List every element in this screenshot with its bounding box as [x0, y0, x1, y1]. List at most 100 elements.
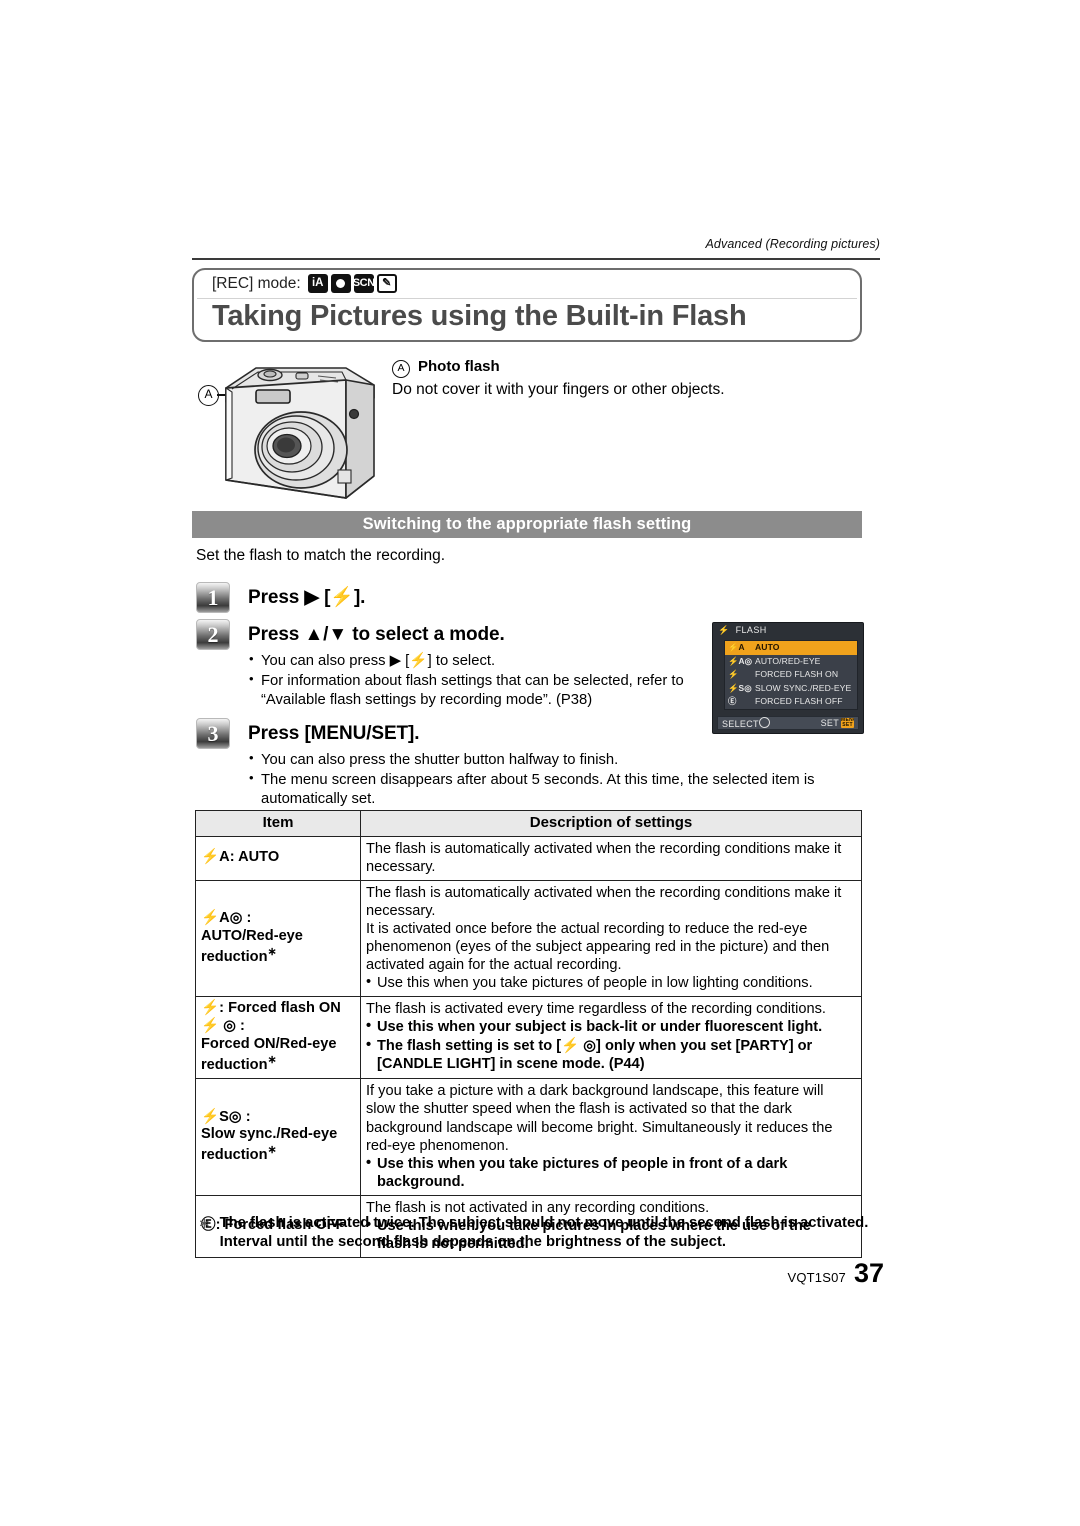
step-title-pre: Press ▶ [: [248, 587, 331, 608]
lcd-option-label: AUTO/RED-EYE: [755, 655, 821, 666]
lcd-set-label: SET: [820, 718, 839, 728]
flash-on-icon: ⚡: [201, 1000, 220, 1017]
bullet-line-2: automatically set.: [261, 790, 376, 807]
item-label: : AUTO: [229, 848, 280, 865]
lcd-option-forced-flash-off[interactable]: Ⓔ FORCED FLASH OFF: [725, 695, 857, 709]
flash-off-icon: Ⓔ: [728, 696, 737, 707]
item-colon: :: [242, 909, 252, 926]
item-label-line: AUTO/Red-eye: [201, 927, 303, 944]
desc-paragraph: The flash is automatically activated whe…: [366, 884, 842, 919]
step-title-post: ].: [353, 587, 366, 608]
bullet-line-1: The menu screen disappears after about 5…: [261, 771, 815, 788]
item-label-text: reduction: [201, 1056, 268, 1073]
page-title: Taking Pictures using the Built-in Flash: [212, 300, 747, 332]
table-row: ⚡: Forced flash ON ⚡ ◎ : Forced ON/Red-e…: [195, 996, 862, 1080]
desc-paragraph: The flash is automatically activated whe…: [366, 840, 842, 875]
lcd-title-text: FLASH: [735, 625, 767, 635]
item-icon-line: ⚡S◎ :: [201, 1109, 355, 1127]
item-label: : Forced flash ON: [219, 1000, 341, 1017]
lcd-option-label: SLOW SYNC./RED-EYE: [755, 682, 852, 693]
cell-item: ⚡: Forced flash ON ⚡ ◎ : Forced ON/Red-e…: [195, 996, 361, 1080]
section-intro: Set the flash to match the recording.: [196, 547, 445, 564]
title-box: [REC] mode: iA SCN ✎ Taking Pictures usi…: [192, 268, 862, 342]
lcd-option-label: AUTO: [755, 642, 780, 652]
desc-bullet: The flash setting is set to [⚡ ◎] only w…: [366, 1036, 856, 1055]
flash-bolt-icon: ⚡: [718, 625, 730, 635]
desc-bullet: Use this when you take pictures of peopl…: [366, 1154, 856, 1173]
page-footer: VQT1S07 37: [787, 1258, 884, 1289]
item-label-line: reduction∗: [201, 946, 355, 967]
bullet-item: You can also press the shutter button ha…: [248, 750, 876, 770]
lcd-set-hint: SET MENU SET: [821, 718, 854, 728]
desc-paragraph: If you take a picture with a dark backgr…: [366, 1083, 833, 1154]
asterisk-marker: ∗: [267, 1144, 277, 1157]
document-code: VQT1S07: [787, 1270, 846, 1285]
lcd-option-forced-flash-on[interactable]: ⚡ FORCED FLASH ON: [725, 668, 857, 682]
table-row: ⚡S◎ : Slow sync./Red-eye reduction∗ If y…: [195, 1078, 862, 1196]
asterisk-marker: ∗: [267, 945, 277, 958]
cell-item: ⚡A: AUTO: [195, 835, 361, 881]
cell-description: The flash is activated every time regard…: [360, 996, 862, 1080]
bullet-item: The menu screen disappears after about 5…: [248, 770, 876, 809]
step-number-badge: 1: [196, 582, 230, 613]
rec-mode-label: [REC] mode:: [212, 274, 301, 292]
menu-set-button-icon: MENU SET: [841, 718, 854, 728]
column-header-description: Description of settings: [360, 810, 862, 837]
caption-title-row: A Photo flash: [392, 358, 872, 378]
lcd-option-auto[interactable]: ⚡A AUTO: [725, 641, 857, 655]
lcd-select-label: SELECT: [722, 719, 759, 729]
lcd-option-list: ⚡A AUTO ⚡A◎ AUTO/RED-EYE ⚡ FORCED FLASH …: [724, 640, 858, 710]
item-label-line: reduction∗: [201, 1054, 355, 1075]
flash-auto-icon: ⚡A: [201, 848, 230, 865]
lcd-flash-menu-screenshot: ⚡ FLASH ⚡A AUTO ⚡A◎ AUTO/RED-EYE ⚡ FORCE…: [712, 622, 864, 734]
desc-bullet-cont: background.: [377, 1173, 465, 1190]
running-head: Advanced (Recording pictures): [705, 237, 880, 251]
step-bullets: You can also press the shutter button ha…: [248, 750, 876, 809]
cell-description: The flash is automatically activated whe…: [360, 879, 862, 998]
footnote-text: The flash is activated twice. The subjec…: [219, 1215, 869, 1251]
lcd-option-auto-red-eye[interactable]: ⚡A◎ AUTO/RED-EYE: [725, 655, 857, 669]
item-label-text: reduction: [201, 1147, 268, 1163]
flash-auto-redeye-icon: ⚡A◎: [728, 655, 753, 666]
title-divider: [197, 298, 857, 299]
header-rule: [192, 258, 880, 260]
column-header-item: Item: [195, 810, 361, 837]
caption-body-text: Do not cover it with your fingers or oth…: [392, 381, 725, 398]
lcd-option-label: FORCED FLASH OFF: [755, 696, 843, 707]
cell-description: If you take a picture with a dark backgr…: [360, 1078, 862, 1196]
cell-description: The flash is automatically activated whe…: [360, 835, 862, 881]
desc-paragraph: It is activated once before the actual r…: [366, 920, 830, 974]
flash-bolt-icon: ⚡: [330, 587, 354, 608]
mode-icon-rec: [330, 274, 351, 293]
mode-icon-custom-note: ✎: [376, 274, 397, 293]
lcd-menu-title: ⚡ FLASH: [713, 623, 863, 638]
mode-icon-scn: SCN: [353, 274, 375, 293]
table-row: ⚡A: AUTO The flash is automatically acti…: [195, 835, 862, 881]
item-icon-line: ⚡: Forced flash ON: [201, 1000, 355, 1018]
footnote: ∗ The flash is activated twice. The subj…: [198, 1214, 876, 1252]
lcd-option-slow-sync-red-eye[interactable]: ⚡S◎ SLOW SYNC./RED-EYE: [725, 682, 857, 696]
photo-flash-caption: A Photo flash Do not cover it with your …: [392, 358, 872, 399]
footnote-marker: ∗: [198, 1215, 211, 1232]
desc-bullet: Use this when your subject is back-lit o…: [366, 1017, 856, 1036]
table-row: ⚡A◎ : AUTO/Red-eye reduction∗ The flash …: [195, 879, 862, 998]
manual-page: Advanced (Recording pictures) [REC] mode…: [0, 0, 1080, 1526]
item-icon-line: ⚡A◎ :: [201, 910, 355, 928]
asterisk-marker: ∗: [267, 1053, 277, 1066]
desc-bullet: Use this when you take pictures of peopl…: [366, 973, 856, 992]
desc-bullet-cont: [CANDLE LIGHT] in scene mode. (P44): [377, 1055, 645, 1072]
caption-marker-a: A: [392, 360, 410, 378]
item-label-line: Forced ON/Red-eye: [201, 1035, 337, 1052]
flash-auto-redeye-icon: ⚡A◎: [201, 909, 243, 926]
flash-slow-sync-icon: ⚡S◎: [201, 1108, 242, 1125]
section-banner: Switching to the appropriate flash setti…: [192, 511, 862, 538]
lcd-select-hint: SELECT: [722, 717, 770, 729]
cell-item: ⚡S◎ : Slow sync./Red-eye reduction∗: [195, 1078, 361, 1196]
caption-title-text: Photo flash: [418, 358, 500, 375]
step-number-badge: 2: [196, 619, 230, 650]
step-title: Press ▶ [⚡].: [248, 582, 876, 613]
item-label-line: reduction∗: [201, 1144, 355, 1165]
item-colon: :: [241, 1108, 251, 1125]
desc-paragraph: The flash is activated every time regard…: [366, 1001, 826, 1018]
item-label-line: ⚡ ◎ :: [201, 1018, 245, 1035]
